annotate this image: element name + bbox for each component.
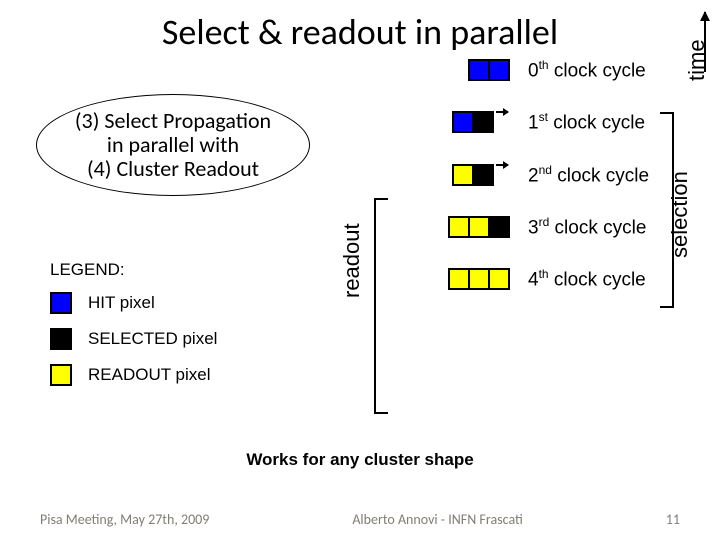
readout-pixel (468, 216, 490, 238)
hit-pixel (452, 111, 474, 133)
cycle-2: 2nd clock cycle (400, 163, 649, 187)
legend-selected-label: SELECTED pixel (88, 329, 217, 349)
time-axis-label: time (684, 39, 710, 81)
cycle-1-label: 1st clock cycle (528, 110, 645, 134)
bubble-line1: (3) Select Propagation (75, 109, 271, 133)
readout-pixel (488, 268, 510, 290)
cycles-column: 0th clock cycle 1st clock cycle 2nd cloc… (400, 58, 649, 320)
bubble-line2: in parallel with (107, 133, 239, 157)
arrow-icon (496, 164, 508, 166)
selected-pixel (488, 216, 510, 238)
footer-right: 11 (666, 511, 680, 528)
cycle-0-label: 0th clock cycle (528, 58, 646, 82)
cycle-4-pixels (400, 268, 510, 290)
selected-pixel (472, 164, 494, 186)
footer-center: Alberto Annovi - INFN Frascati (352, 511, 523, 528)
legend-hit: HIT pixel (50, 292, 217, 314)
readout-pixel (448, 268, 470, 290)
legend-hit-label: HIT pixel (88, 293, 155, 313)
bubble-line3: (4) Cluster Readout (87, 157, 259, 181)
footer: Pisa Meeting, May 27th, 2009 Alberto Ann… (0, 511, 720, 528)
readout-pixel (452, 164, 474, 186)
readout-pixel (448, 216, 470, 238)
legend-readout-label: READOUT pixel (88, 365, 211, 385)
readout-swatch (50, 364, 72, 386)
cycle-4-label: 4th clock cycle (528, 267, 646, 291)
selected-pixel (472, 111, 494, 133)
readout-bracket (374, 198, 388, 414)
legend-selected: SELECTED pixel (50, 328, 217, 350)
cycle-3: 3rd clock cycle (400, 215, 649, 239)
footer-left: Pisa Meeting, May 27th, 2009 (40, 511, 209, 528)
slide-title: Select & readout in parallel (0, 0, 720, 54)
cycle-3-label: 3rd clock cycle (528, 215, 646, 239)
cycle-0: 0th clock cycle (400, 58, 649, 82)
readout-pixel (468, 268, 490, 290)
cycle-3-pixels (400, 216, 510, 238)
arrow-icon (496, 111, 508, 113)
legend: LEGEND: HIT pixel SELECTED pixel READOUT… (50, 260, 217, 400)
selected-swatch (50, 328, 72, 350)
cycle-1: 1st clock cycle (400, 110, 649, 134)
hit-pixel (488, 59, 510, 81)
cycle-2-label: 2nd clock cycle (528, 163, 649, 187)
works-caption: Works for any cluster shape (0, 450, 720, 470)
legend-readout: READOUT pixel (50, 364, 217, 386)
legend-title: LEGEND: (50, 260, 217, 280)
cycle-4: 4th clock cycle (400, 267, 649, 291)
cycle-0-pixels (400, 59, 510, 81)
selection-axis-label: selection (667, 171, 693, 258)
cycle-1-pixels (400, 111, 510, 133)
hit-swatch (50, 292, 72, 314)
readout-axis-label: readout (339, 223, 365, 298)
propagation-bubble: (3) Select Propagation in parallel with … (36, 94, 310, 196)
cycle-2-pixels (400, 164, 510, 186)
hit-pixel (468, 59, 490, 81)
